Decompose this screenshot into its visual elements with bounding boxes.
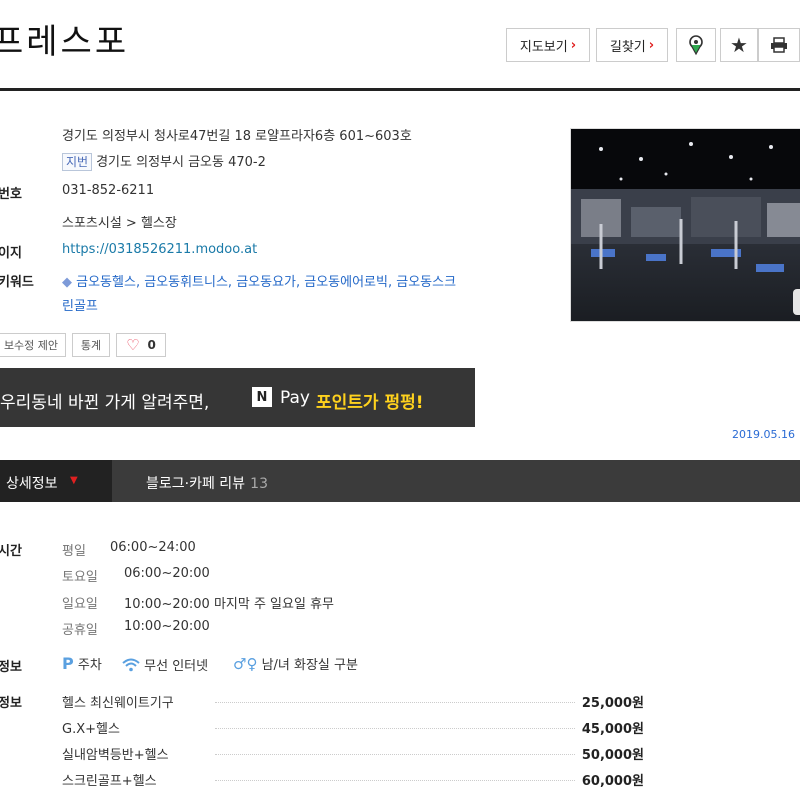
- amenity-parking-label: 주차: [77, 658, 102, 673]
- menu-item-price: 60,000원: [581, 774, 644, 789]
- store-photo[interactable]: [570, 128, 800, 322]
- keywords-line-1[interactable]: ◆ 금오동헬스, 금오동휘트니스, 금오동요가, 금오동에어로빅, 금오동스크: [62, 271, 456, 290]
- hours-day-holiday: 공휴일: [62, 623, 98, 638]
- homepage-link[interactable]: https://0318526211.modoo.at: [62, 242, 257, 257]
- stats-button[interactable]: 통계: [72, 333, 110, 357]
- tab-blog-review[interactable]: 블로그·카페 리뷰 13: [146, 473, 268, 493]
- hours-label: 시간: [0, 544, 22, 559]
- menu-item-price: 50,000원: [581, 748, 644, 763]
- wifi-icon: [122, 658, 140, 672]
- tag-icon: ◆: [62, 275, 72, 290]
- amenity-restroom: ♂♀ 남/녀 화장실 구분: [233, 654, 358, 673]
- amenity-restroom-label: 남/녀 화장실 구분: [261, 658, 358, 673]
- dotted-leader: [215, 754, 575, 755]
- amenity-wifi-label: 무선 인터넷: [144, 659, 209, 674]
- menu-item-name: 실내암벽등반+헬스: [62, 748, 169, 763]
- banner-text: 우리동네 바뀐 가게 알려주면,: [0, 393, 210, 413]
- menu-item-name: 스크린골프+헬스: [62, 774, 157, 789]
- directions-label: 길찾기: [609, 39, 646, 55]
- parking-icon: P: [62, 654, 74, 673]
- print-button[interactable]: [758, 28, 800, 62]
- location-pin-button[interactable]: [676, 28, 716, 62]
- pay-text: Pay: [280, 388, 310, 408]
- keywords-line-2[interactable]: 린골프: [62, 295, 98, 314]
- chevron-right-icon: ›: [648, 37, 655, 53]
- address-text: 경기도 의정부시 청사로47번길 18 로얄프라자6층 601~603호: [62, 129, 412, 144]
- point-text: 포인트가 펑펑!: [316, 393, 424, 413]
- map-view-button[interactable]: 지도보기 ›: [506, 28, 590, 62]
- like-button[interactable]: ♡ 0: [116, 333, 166, 357]
- amenity-parking: P 주차: [62, 654, 102, 673]
- suggest-edit-button[interactable]: 보수정 제안: [0, 333, 66, 357]
- chevron-right-icon: ›: [570, 37, 577, 53]
- map-pin-icon: [689, 35, 703, 56]
- restroom-icon: ♂♀: [233, 655, 258, 673]
- homepage-label: 이지: [0, 246, 22, 261]
- lot-address-row: 지번 경기도 의정부시 금오동 470-2: [62, 151, 266, 171]
- hours-day-sunday: 일요일: [62, 597, 98, 612]
- lot-address-text: 경기도 의정부시 금오동 470-2: [96, 155, 266, 170]
- amenities-label: 정보: [0, 660, 22, 675]
- category-text: 스포츠시설 > 헬스장: [62, 216, 177, 231]
- dotted-leader: [215, 728, 575, 729]
- hours-time-holiday: 10:00~20:00: [124, 619, 210, 634]
- like-count: 0: [147, 338, 156, 352]
- suggest-edit-label: 보수정 제안: [3, 339, 59, 352]
- amenity-wifi: 무선 인터넷: [122, 655, 208, 674]
- lot-badge: 지번: [62, 153, 93, 171]
- menu-item-price: 25,000원: [581, 696, 644, 711]
- tab-blog-label: 블로그·카페 리뷰: [146, 476, 246, 492]
- tab-blog-count: 13: [250, 476, 268, 492]
- directions-button[interactable]: 길찾기 ›: [596, 28, 668, 62]
- map-view-label: 지도보기: [519, 39, 568, 55]
- star-icon: ★: [730, 33, 748, 57]
- hours-time-sunday: 10:00~20:00 마지막 주 일요일 휴무: [124, 597, 334, 612]
- favorite-button[interactable]: ★: [720, 28, 758, 62]
- keywords-text: 금오동헬스, 금오동휘트니스, 금오동요가, 금오동에어로빅, 금오동스크: [76, 275, 457, 290]
- print-icon: [771, 37, 787, 53]
- hours-day-weekday: 평일: [62, 544, 86, 559]
- keywords-label: 키워드: [0, 275, 34, 290]
- npay-logo-icon: N: [252, 387, 272, 407]
- update-date: 2019.05.16: [732, 428, 795, 441]
- phone-text: 031-852-6211: [62, 183, 155, 198]
- menu-item-price: 45,000원: [581, 722, 644, 737]
- page-title: 프레스포: [0, 22, 130, 62]
- header-divider: [0, 88, 800, 91]
- menu-item-name: 헬스 최신웨이트기구: [62, 696, 174, 711]
- hours-day-saturday: 토요일: [62, 570, 98, 585]
- stats-label: 통계: [80, 339, 102, 352]
- caret-down-icon: ▼: [70, 475, 78, 486]
- hours-time-saturday: 06:00~20:00: [124, 566, 210, 581]
- tab-bar: [0, 460, 800, 502]
- tab-detail[interactable]: 상세정보 ▼: [0, 460, 112, 502]
- gym-interior-image: [571, 129, 800, 321]
- dotted-leader: [215, 702, 575, 703]
- menu-item-name: G.X+헬스: [62, 722, 120, 737]
- phone-label: 번호: [0, 187, 22, 202]
- tab-detail-label: 상세정보: [6, 476, 58, 492]
- heart-icon: ♡: [126, 336, 140, 354]
- menu-label: 정보: [0, 696, 22, 711]
- dotted-leader: [215, 780, 575, 781]
- hours-time-weekday: 06:00~24:00: [110, 540, 196, 555]
